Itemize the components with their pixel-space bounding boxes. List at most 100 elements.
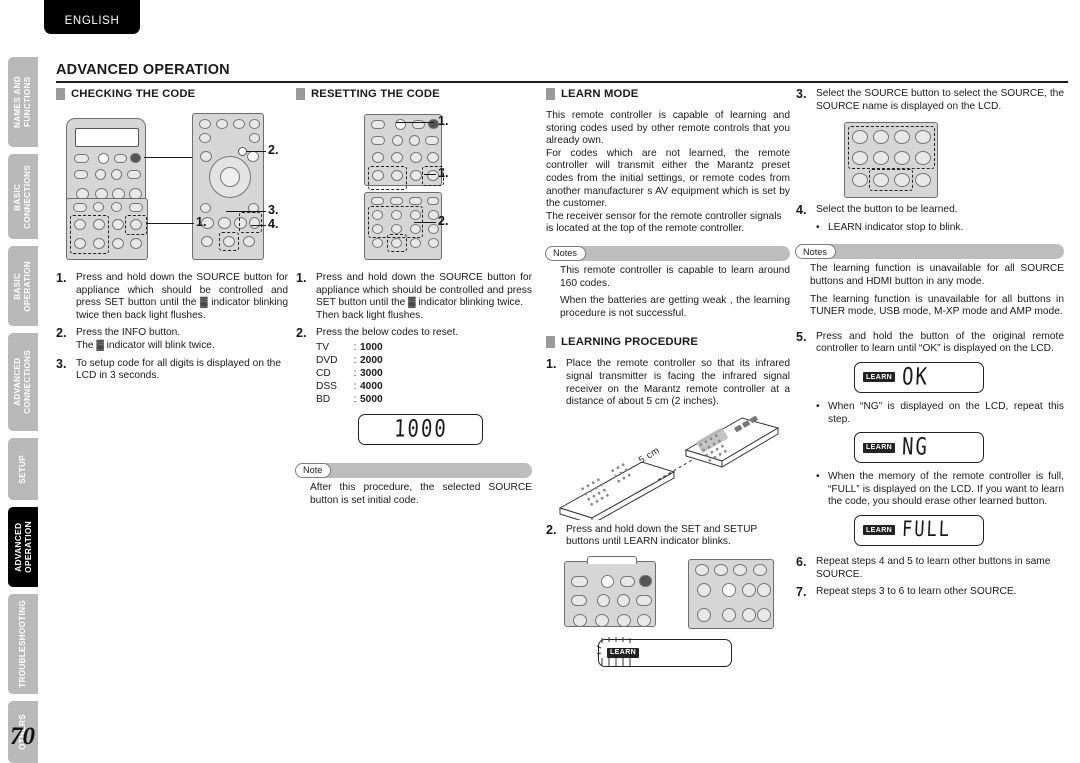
remote-lcd-window: [75, 128, 139, 147]
step-text: Press the below codes to reset.: [316, 327, 459, 339]
note-line: The learning function is unavailable for…: [810, 263, 1064, 287]
steps-checking-the-code: 1. Press and hold down the SOURCE button…: [56, 272, 288, 383]
highlight-dashed-box: [125, 215, 147, 235]
reset-code-list: TV : 1000 DVD : 2000 CD : 3000 DSS: 400…: [316, 341, 532, 406]
remote-button: [130, 153, 141, 163]
code-row: DVD : 2000: [316, 354, 532, 367]
learn-mode-intro: This remote controller is capable of lea…: [546, 110, 790, 236]
step-number: 6.: [796, 554, 807, 569]
step-text: To setup code for all digits is displaye…: [76, 357, 282, 382]
column-learning-steps: 3. Select the SOURCE button to select th…: [795, 87, 1064, 604]
remote-source-closeup: [844, 122, 938, 199]
step-number: 3.: [796, 87, 807, 101]
callout-line: [226, 211, 266, 213]
step-item: 1. Press and hold down the SOURCE button…: [296, 272, 532, 322]
step-number: 2.: [296, 326, 307, 341]
step-item: 4. Select the button to be learned.: [796, 204, 1064, 217]
callout-number-1b: 1.: [438, 166, 449, 180]
sidebar-item-basic-connections[interactable]: BASIC CONNECTIONS: [8, 154, 38, 239]
remote-button: [112, 238, 124, 249]
note-line: This remote controller is capable to lea…: [560, 264, 790, 289]
remote-volume-down-button: [757, 607, 771, 622]
remote-set-button: [601, 574, 614, 588]
sidebar-item-basic-operation[interactable]: BASIC OPERATION: [8, 246, 38, 326]
sidebar-item-advanced-connections[interactable]: ADVANCED CONNECTIONS: [8, 333, 38, 431]
sidebar-item-label: ADVANCED OPERATION: [13, 521, 33, 573]
remote-button: [639, 574, 652, 587]
code-row: CD : 3000: [316, 367, 532, 380]
sidebar-item-label: BASIC CONNECTIONS: [13, 164, 32, 229]
code-key: BD: [316, 393, 331, 405]
page-number: 70: [10, 723, 35, 750]
note-box-header: Notes: [545, 245, 790, 261]
remote-button: [753, 563, 767, 576]
remote-button: [249, 119, 260, 129]
callout-line: [396, 122, 434, 124]
code-value: 2000: [360, 354, 383, 366]
remote-light-button: [852, 173, 868, 188]
step-number: 1.: [56, 271, 67, 285]
remote-amp-button: [915, 173, 931, 188]
code-row: DSS : 4000: [316, 380, 532, 393]
sidebar-item-troubleshooting[interactable]: TROUBLESHOOTING: [8, 594, 38, 694]
column-resetting-the-code: RESETTING THE CODE 1. 1. 2. 1. Press and…: [295, 88, 532, 507]
note-box-body: The learning function is unavailable for…: [796, 259, 1064, 318]
highlight-dashed-box: [239, 212, 262, 233]
remote-button: [571, 594, 587, 606]
remote-button: [636, 594, 652, 606]
bullet-text: When the memory of the remote controller…: [828, 471, 1064, 508]
lcd-learn-badge: LEARN: [863, 372, 896, 383]
section-marker-icon: [296, 88, 305, 100]
remote-button: [410, 238, 421, 248]
code-key: CD: [316, 367, 331, 379]
remote-button: [392, 135, 403, 146]
step-text: Press and hold the button of the origina…: [816, 330, 1064, 355]
sidebar-item-advanced-operation[interactable]: ADVANCED OPERATION: [8, 507, 38, 587]
code-separator: :: [353, 341, 357, 353]
code-separator: :: [353, 380, 357, 392]
code-value: 1000: [360, 341, 383, 353]
remote-button: [427, 197, 439, 205]
remote-button: [391, 152, 403, 163]
step-item: 7. Repeat steps 3 to 6 to learn other SO…: [796, 586, 1064, 599]
highlight-dashed-box: [368, 166, 407, 190]
column-checking-the-code: CHECKING THE CODE 1.: [56, 88, 288, 388]
page-title: ADVANCED OPERATION: [56, 62, 230, 78]
remote-button: [127, 170, 141, 179]
remote-illustration-source-buttons: [796, 118, 1064, 204]
step-item: 2. Press and hold down the SET and SETUP…: [546, 523, 790, 549]
remote-setup-button: [247, 151, 259, 162]
step-number: 3.: [56, 356, 67, 371]
remote-setup-button: [722, 582, 736, 597]
step-text: Press and hold down the SOURCE button fo…: [316, 272, 532, 321]
sidebar-item-label: NAMES AND FUNCTIONS: [13, 76, 32, 128]
note-line: The learning function is unavailable for…: [810, 293, 1064, 318]
sidebar-item-names-and-functions[interactable]: NAMES AND FUNCTIONS: [8, 57, 38, 147]
remote-button: [372, 152, 384, 163]
sidebar-item-setup[interactable]: SETUP: [8, 438, 38, 500]
note-box-header: Notes: [795, 244, 1064, 260]
section-marker-icon: [546, 336, 555, 349]
remote-button: [199, 133, 211, 143]
step-item: 5. Press and hold the button of the orig…: [796, 330, 1064, 356]
remote-button: [410, 152, 422, 163]
section-heading-resetting-the-code: RESETTING THE CODE: [296, 88, 532, 100]
remote-button: [425, 136, 439, 145]
remote-up-button: [697, 582, 711, 597]
callout-number-3: 3.: [268, 203, 279, 217]
remote-button: [111, 169, 122, 180]
code-key: DSS: [316, 380, 337, 392]
remote-illustration-resetting: 1. 1. 2.: [296, 110, 532, 260]
step-number: 1.: [296, 271, 307, 285]
step-item: 2. Press the INFO button. The ▓ indicato…: [56, 327, 288, 352]
remote-button: [409, 197, 422, 205]
remote-button: [427, 152, 439, 163]
column-learn-mode: LEARN MODE This remote controller is cap…: [545, 88, 790, 667]
remote-button: [371, 120, 385, 129]
section-heading-label: CHECKING THE CODE: [71, 88, 196, 100]
code-value: 3000: [360, 367, 383, 379]
remote-button: [249, 133, 260, 143]
remote-button: [597, 593, 610, 607]
remote-button: [372, 238, 383, 248]
sidebar-item-label: BASIC OPERATION: [13, 260, 32, 312]
